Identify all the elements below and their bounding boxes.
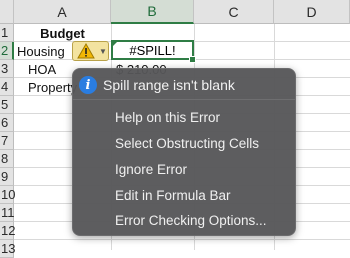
cell-a2[interactable]: Housing bbox=[17, 42, 77, 60]
row-header-11[interactable]: 11 bbox=[0, 204, 15, 222]
menu-divider bbox=[73, 99, 295, 100]
error-options-button[interactable]: ▼ bbox=[72, 41, 109, 61]
row-header-3[interactable]: 3 bbox=[0, 60, 14, 78]
column-header-b[interactable]: B bbox=[111, 0, 194, 24]
menu-item-select-obstructing-cells[interactable]: Select Obstructing Cells bbox=[115, 132, 259, 154]
warning-icon bbox=[77, 43, 95, 59]
select-all-corner[interactable] bbox=[0, 0, 14, 24]
menu-item-error-checking-options[interactable]: Error Checking Options... bbox=[115, 209, 267, 231]
row-header-13[interactable]: 13 bbox=[0, 240, 15, 258]
column-header-d[interactable]: D bbox=[274, 0, 350, 24]
row-header-6[interactable]: 6 bbox=[0, 114, 14, 132]
chevron-down-icon: ▼ bbox=[99, 46, 107, 56]
error-context-menu: i Spill range isn't blank Help on this E… bbox=[72, 68, 296, 236]
row-header-12[interactable]: 12 bbox=[0, 222, 15, 240]
fill-handle[interactable] bbox=[189, 56, 196, 63]
row-header-4[interactable]: 4 bbox=[0, 78, 14, 96]
menu-item-help-on-error[interactable]: Help on this Error bbox=[115, 106, 220, 128]
row-header-5[interactable]: 5 bbox=[0, 96, 14, 114]
row-header-2[interactable]: 2 bbox=[0, 42, 14, 60]
active-cell-border bbox=[111, 40, 194, 60]
grid-line bbox=[14, 239, 350, 240]
info-icon: i bbox=[79, 76, 97, 94]
row-header-10[interactable]: 10 bbox=[0, 186, 15, 204]
row-header-1[interactable]: 1 bbox=[0, 24, 14, 42]
row-header-7[interactable]: 7 bbox=[0, 132, 14, 150]
column-header-c[interactable]: C bbox=[194, 0, 274, 24]
error-menu-header: i Spill range isn't blank bbox=[79, 74, 235, 96]
column-header-a[interactable]: A bbox=[14, 0, 111, 24]
row-header-9[interactable]: 9 bbox=[0, 168, 14, 186]
menu-item-ignore-error[interactable]: Ignore Error bbox=[115, 158, 187, 180]
cell-a1[interactable]: Budget bbox=[14, 24, 111, 42]
menu-item-edit-in-formula-bar[interactable]: Edit in Formula Bar bbox=[115, 184, 231, 206]
row-header-8[interactable]: 8 bbox=[0, 150, 14, 168]
error-menu-title: Spill range isn't blank bbox=[103, 77, 235, 93]
